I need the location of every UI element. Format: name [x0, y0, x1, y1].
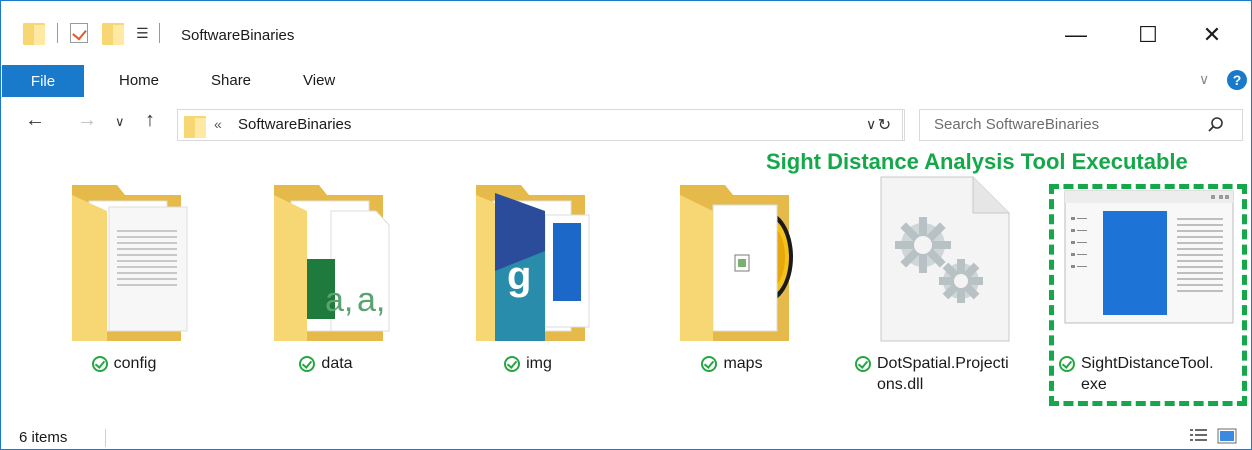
item-label: img — [433, 353, 623, 374]
ribbon: File Home Share View ∨ ? — [1, 65, 1251, 97]
folder-maps-icon — [680, 185, 793, 341]
folder-icon — [23, 21, 45, 45]
up-button[interactable]: ↑ — [145, 109, 155, 132]
file-item[interactable]: a, a, data — [231, 171, 421, 401]
sync-ok-icon — [1059, 356, 1075, 372]
tab-view[interactable]: View — [303, 72, 335, 89]
address-bar[interactable]: « SoftwareBinaries ∨ — [177, 109, 905, 141]
close-button[interactable]: ✕ — [1189, 15, 1235, 55]
sync-ok-icon — [701, 356, 718, 372]
breadcrumb[interactable]: SoftwareBinaries — [238, 116, 351, 133]
tab-share[interactable]: Share — [211, 72, 251, 89]
item-label: data — [231, 353, 421, 374]
divider — [158, 23, 160, 43]
large-icons-view-icon[interactable] — [1217, 427, 1237, 445]
search-input[interactable]: Search SoftwareBinaries — [919, 109, 1243, 141]
tab-home[interactable]: Home — [119, 72, 159, 89]
customize-toolbar-icon[interactable]: ☰ — [136, 25, 149, 42]
sync-ok-icon — [299, 356, 316, 372]
item-label: SightDistanceTool. exe — [1053, 353, 1243, 395]
item-label: config — [29, 353, 219, 374]
folder-icon — [184, 114, 206, 138]
details-view-icon[interactable] — [1189, 427, 1209, 445]
file-item[interactable]: maps — [637, 171, 827, 401]
explorer-window: ☰ SoftwareBinaries — ☐ ✕ File Home Share… — [0, 0, 1252, 450]
sync-ok-icon — [91, 356, 108, 372]
sync-ok-icon — [504, 356, 521, 372]
minimize-button[interactable]: — — [1053, 15, 1099, 55]
window-title: SoftwareBinaries — [181, 27, 295, 44]
expand-ribbon-icon[interactable]: ∨ — [1199, 71, 1209, 88]
maximize-button[interactable]: ☐ — [1125, 15, 1171, 55]
recent-locations-button[interactable]: ∨ — [115, 114, 125, 130]
item-label: DotSpatial.Projecti ons.dll — [849, 353, 1039, 395]
folder-spreadsheets-icon: a, a, — [274, 185, 390, 341]
divider — [105, 429, 106, 447]
navigation-bar: ← → ∨ ↑ « SoftwareBinaries ∨ ↻ Search So… — [1, 105, 1251, 145]
breadcrumb-overflow[interactable]: « — [214, 116, 222, 132]
svg-text:a,: a, — [325, 281, 353, 319]
svg-text:g: g — [507, 254, 531, 298]
back-button[interactable]: ← — [25, 109, 45, 132]
search-icon[interactable] — [1206, 115, 1226, 135]
title-bar: ☰ SoftwareBinaries — ☐ ✕ — [1, 1, 1251, 59]
item-count: 6 items — [19, 429, 68, 446]
search-placeholder: Search SoftwareBinaries — [934, 116, 1100, 133]
refresh-button[interactable]: ↻ — [867, 109, 903, 141]
sync-ok-icon — [855, 356, 871, 372]
svg-text:a,: a, — [357, 281, 385, 319]
help-icon[interactable]: ? — [1227, 70, 1247, 90]
exe-window-icon — [1064, 190, 1234, 324]
file-item[interactable]: config — [29, 171, 219, 401]
folder-documents-icon — [72, 185, 188, 341]
divider — [57, 23, 58, 43]
tab-file[interactable]: File — [2, 65, 84, 97]
folder-images-icon: g — [476, 185, 590, 341]
file-item[interactable]: SightDistanceTool. exe — [1053, 171, 1243, 401]
file-item[interactable]: g img — [433, 171, 623, 401]
properties-icon[interactable] — [70, 23, 88, 43]
forward-button[interactable]: → — [77, 109, 97, 132]
item-label: maps — [637, 353, 827, 374]
dll-gears-icon — [880, 176, 1010, 342]
quick-access-toolbar: ☰ — [23, 21, 160, 45]
file-item[interactable]: DotSpatial.Projecti ons.dll — [849, 171, 1039, 401]
new-folder-icon[interactable] — [102, 21, 124, 45]
